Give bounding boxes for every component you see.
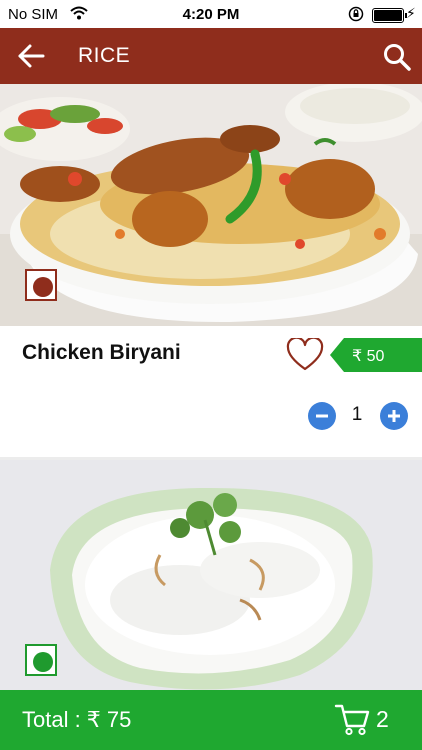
rotation-lock-icon [348, 6, 364, 22]
status-bar: No SIM 4:20 PM ⚡ [0, 0, 422, 28]
battery-icon [372, 8, 407, 23]
price-tag: ₹ 50 [330, 338, 422, 372]
app-bar: RICE [0, 28, 422, 84]
plain-rice-image [0, 460, 422, 690]
chicken-biryani-image [0, 84, 422, 326]
price-label: ₹ 50 [352, 348, 385, 365]
charging-icon: ⚡ [406, 5, 416, 21]
cart-summary-bar[interactable]: Total : ₹ 75 2 [0, 690, 422, 750]
menu-item-card[interactable]: Chicken Biryani ₹ 50 1 [0, 84, 422, 457]
page-title: RICE [78, 44, 131, 67]
menu-item-card[interactable] [0, 460, 422, 690]
dish-name: Chicken Biryani [22, 341, 181, 364]
plus-icon [388, 410, 400, 422]
total-amount: Total : ₹ 75 [22, 707, 132, 732]
minus-icon [316, 414, 328, 418]
cart-icon[interactable] [334, 702, 370, 736]
non-veg-indicator-icon [25, 269, 57, 301]
cart-count: 2 [376, 706, 389, 732]
veg-indicator-icon [25, 644, 57, 676]
decrease-quantity-button[interactable] [308, 402, 336, 430]
increase-quantity-button[interactable] [380, 402, 408, 430]
back-arrow-icon[interactable] [16, 42, 46, 70]
quantity-value: 1 [351, 404, 363, 425]
search-icon[interactable] [382, 42, 412, 72]
favorite-heart-icon[interactable] [286, 338, 324, 372]
